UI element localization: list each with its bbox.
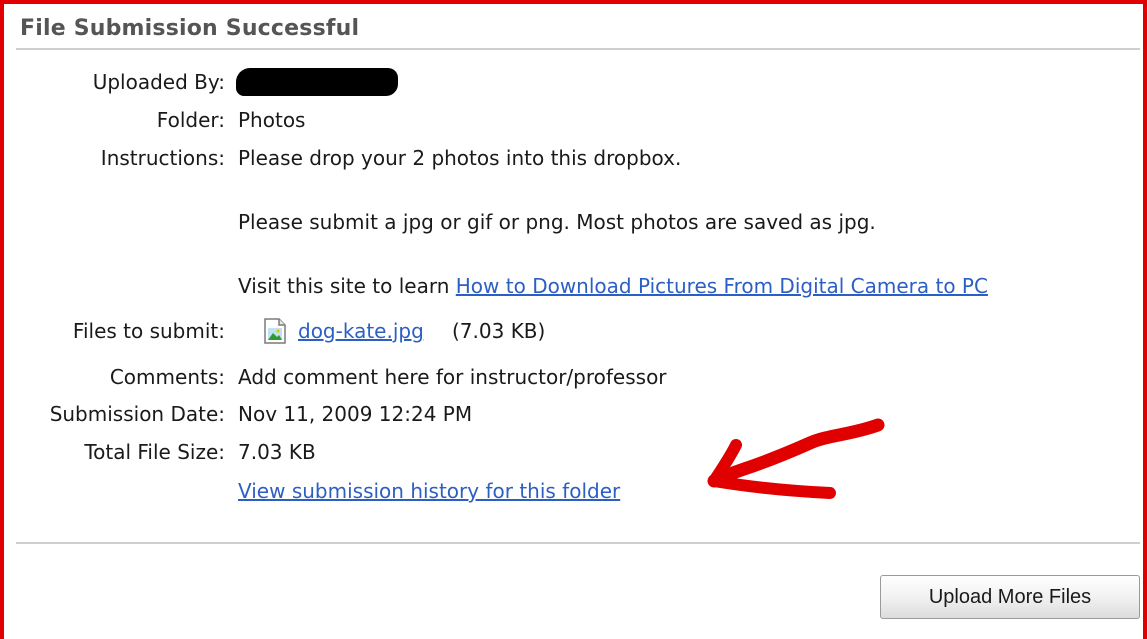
comments-value: Add comment here for instructor/professo…	[238, 365, 667, 389]
folder-label: Folder:	[156, 108, 225, 132]
uploaded-by-label: Uploaded By:	[92, 70, 225, 94]
comments-label: Comments:	[109, 365, 225, 389]
instructions-line-3-prefix: Visit this site to learn	[238, 274, 456, 298]
history-link-row: View submission history for this folder	[238, 479, 620, 503]
upload-more-files-button[interactable]: Upload More Files	[880, 575, 1140, 619]
instructions-line-1: Please drop your 2 photos into this drop…	[238, 146, 682, 170]
title-divider	[16, 48, 1140, 50]
file-size: (7.03 KB)	[452, 319, 546, 343]
submission-date-label: Submission Date:	[49, 402, 225, 426]
red-arrow-annotation	[707, 418, 885, 499]
submission-date-value: Nov 11, 2009 12:24 PM	[238, 402, 473, 426]
file-link-dog-kate[interactable]: dog-kate.jpg	[298, 319, 424, 343]
redacted-name	[236, 68, 398, 96]
instructions-line-3: Visit this site to learn How to Download…	[238, 274, 988, 298]
image-file-icon	[264, 318, 286, 344]
download-pictures-link[interactable]: How to Download Pictures From Digital Ca…	[456, 274, 988, 298]
instructions-label: Instructions:	[100, 146, 225, 170]
instructions-line-2: Please submit a jpg or gif or png. Most …	[238, 210, 876, 234]
total-file-size-label: Total File Size:	[84, 440, 225, 464]
files-to-submit-label: Files to submit:	[72, 319, 225, 343]
page-title: File Submission Successful	[20, 16, 360, 41]
folder-value: Photos	[238, 108, 306, 132]
total-file-size-value: 7.03 KB	[238, 440, 316, 464]
footer-divider	[16, 542, 1140, 544]
view-submission-history-link[interactable]: View submission history for this folder	[238, 479, 620, 503]
